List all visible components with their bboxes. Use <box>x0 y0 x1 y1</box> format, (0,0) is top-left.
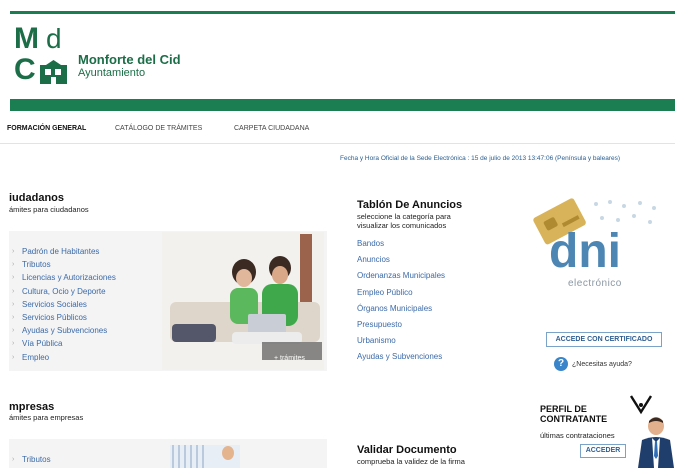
logo-letter-d: d <box>46 23 62 54</box>
acceder-button[interactable]: ACCEDER <box>580 444 626 458</box>
nav-item-carpeta-ciudadana[interactable]: CARPETA CIUDADANA <box>234 122 309 136</box>
empresas-subtitle: ámites para empresas <box>9 413 84 422</box>
list-item[interactable]: › Cultura, Ocio y Deporte <box>12 285 116 298</box>
nav-item-informacion-general[interactable]: FORMACIÓN GENERAL <box>7 122 86 136</box>
certificate-access-button[interactable]: ACCEDE CON CERTIFICADO <box>546 332 662 347</box>
help-link[interactable]: ¿Necesitas ayuda? <box>572 360 632 369</box>
perfil-title: PERFIL DE CONTRATANTE <box>540 404 610 424</box>
list-item[interactable]: Ordenanzas Municipales <box>357 268 445 284</box>
validar-subtitle: comprueba la validez de la firma <box>357 457 465 466</box>
list-item[interactable]: Bandos <box>357 236 445 252</box>
header-band <box>10 99 675 111</box>
tablon-list: Bandos Anuncios Ordenanzas Municipales E… <box>357 236 445 366</box>
business-photo <box>170 445 240 468</box>
list-item[interactable]: Presupuesto <box>357 317 445 333</box>
list-item[interactable]: › Tributos <box>12 258 116 271</box>
list-item[interactable]: › Empleo <box>12 351 116 364</box>
help-icon[interactable]: ? <box>554 357 568 371</box>
citizens-photo <box>162 232 324 370</box>
list-item[interactable]: › Ayudas y Subvenciones <box>12 324 116 337</box>
house-icon <box>40 60 67 84</box>
list-item[interactable]: › Servicios Públicos <box>12 311 116 324</box>
businessman-photo <box>638 417 674 468</box>
list-item[interactable]: Ayudas y Subvenciones <box>357 349 445 365</box>
list-item[interactable]: Empleo Público <box>357 285 445 301</box>
list-item[interactable]: › Vía Pública <box>12 337 116 350</box>
brand-name: Monforte del Cid <box>78 52 181 67</box>
dni-logo-subtext: electrónico <box>568 278 622 289</box>
nav-divider <box>0 143 675 144</box>
list-item[interactable]: › Servicios Sociales <box>12 298 116 311</box>
tablon-subtitle-2: visualizar los comunicados <box>357 221 447 230</box>
nav-item-catalogo-tramites[interactable]: CATÁLOGO DE TRÁMITES <box>115 122 202 136</box>
logo-letter-c: C <box>14 53 36 86</box>
empresas-panel <box>9 439 327 468</box>
dni-logo-text: dni <box>549 225 621 278</box>
list-item[interactable]: Anuncios <box>357 252 445 268</box>
empresas-list: › Tributos <box>12 453 51 466</box>
perfil-title-line-1: PERFIL DE <box>540 404 587 414</box>
empresas-title: mpresas <box>9 401 55 413</box>
site-logo[interactable]: M d C <box>14 24 74 88</box>
ciudadanos-title: iudadanos <box>9 192 65 204</box>
main-nav: FORMACIÓN GENERAL CATÁLOGO DE TRÁMITES C… <box>0 122 675 136</box>
perfil-title-line-2: CONTRATANTE <box>540 414 608 424</box>
tablon-title: Tablón De Anuncios <box>357 199 463 211</box>
list-item[interactable]: › Padrón de Habitantes <box>12 245 116 258</box>
list-item[interactable]: Urbanismo <box>357 333 445 349</box>
brand-subtitle: Ayuntamiento <box>78 67 146 79</box>
ciudadanos-list: › Padrón de Habitantes › Tributos › Licenci… <box>12 245 116 364</box>
perfil-subtitle: últimas contrataciones <box>540 431 615 440</box>
ciudadanos-subtitle: ámites para ciudadanos <box>9 205 89 214</box>
official-datetime: Fecha y Hora Oficial de la Sede Electrón… <box>340 155 621 162</box>
list-item[interactable]: Órganos Municipales <box>357 301 445 317</box>
validar-title: Validar Documento <box>357 444 457 456</box>
logo-letter-m: M <box>14 22 39 55</box>
list-item[interactable]: › Licencias y Autorizaciones <box>12 271 116 284</box>
top-rule <box>10 11 675 14</box>
list-item[interactable]: › Tributos <box>12 453 51 466</box>
more-tramites-link[interactable]: + trámites <box>274 354 305 364</box>
